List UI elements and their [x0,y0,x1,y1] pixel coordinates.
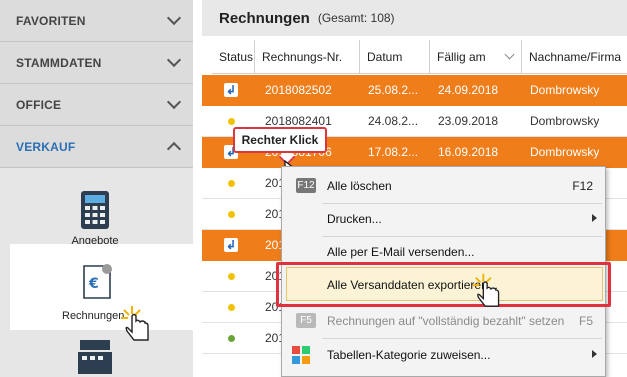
tile-label: Rechnungen [62,310,125,322]
status-dot-icon [228,180,235,187]
invoice-euro-icon: € [83,264,112,299]
total-count: (Gesamt: 108) [317,11,395,25]
column-label: Datum [367,49,403,64]
cash-register-icon [78,340,112,374]
menu-item-label: Alle per E-Mail versenden... [327,245,475,259]
column-header-datum[interactable]: Datum [360,40,430,74]
cell-datum: 17.08.2... [368,145,419,159]
menu-item-tabellen-kategorie[interactable]: Tabellen-Kategorie zuweisen... [282,338,607,372]
tile-rechnungen[interactable]: € Rechnungen [10,244,198,330]
status-arrow-icon: ↲ [224,83,238,97]
menu-item-label: Rechnungen auf "vollständig bezahlt" set… [327,314,565,328]
menu-item-label: Alle löschen [327,179,392,193]
cell-name: Dombrowsky [530,114,600,128]
tile-angebote[interactable]: Angebote [60,190,130,247]
sidebar-section-label: FAVORITEN [16,13,86,28]
calculator-icon [81,191,109,229]
menu-item-shortcut: F12 [572,179,593,193]
submenu-arrow-icon [592,350,597,358]
chevron-down-icon [166,10,182,26]
table-row[interactable]: ↲ 2018082502 25.08.2... 24.09.2018 Dombrowsk… [202,75,627,106]
cell-faellig: 24.09.2018 [438,83,499,97]
sidebar: FAVORITEN STAMMDATEN OFFICE VERKAUF Ange… [0,0,198,377]
column-label: Nachname/Firma [529,49,622,64]
status-dot-icon [228,211,235,218]
menu-item-shortcut: F5 [578,314,593,328]
column-label: Rechnungs-Nr. [262,49,343,64]
sidebar-section-stammdaten[interactable]: STAMMDATEN [0,42,193,84]
menu-item-label: Drucken... [327,212,382,226]
status-dot-icon [228,273,235,280]
chevron-up-icon [166,141,182,157]
menu-item-drucken[interactable]: Drucken... [282,202,607,236]
sidebar-section-label: STAMMDATEN [16,55,102,70]
sidebar-section-favoriten[interactable]: FAVORITEN [0,0,193,42]
cell-faellig: 23.09.2018 [438,114,499,128]
column-header-faellig[interactable]: Fällig am [430,40,522,74]
cell-name: Dombrowsky [530,83,600,97]
cell-rechnungs-nr: 2018082502 [265,83,332,97]
sidebar-section-label: OFFICE [16,97,62,112]
key-f5-icon: F5 [296,313,316,328]
cell-datum: 24.08.2... [368,114,419,128]
right-click-callout: Rechter Klick [233,127,327,153]
chevron-down-icon [166,94,182,110]
column-label: Fällig am [437,49,486,64]
status-dot-icon [228,118,235,125]
main-header: Rechnungen (Gesamt: 108) [202,0,627,36]
sort-chevron-icon [504,49,515,60]
key-f12-icon: F12 [296,178,316,193]
menu-item-vollstaendig-bezahlt[interactable]: F5 Rechnungen auf "vollständig bezahlt" … [282,304,607,338]
sidebar-section-label: VERKAUF [16,139,76,154]
chevron-down-icon [166,52,182,68]
column-header-status[interactable]: Status [212,40,255,74]
cell-name: Dombrowsky [530,145,600,159]
sidebar-section-verkauf[interactable]: VERKAUF [0,126,193,168]
category-grid-icon [292,346,310,364]
status-dot-icon [228,335,235,342]
sidebar-section-office[interactable]: OFFICE [0,84,193,126]
submenu-arrow-icon [592,214,597,222]
status-arrow-icon: ↲ [224,238,238,252]
svg-text:€: € [88,276,99,292]
page-title: Rechnungen [219,9,310,27]
status-dot-icon [228,304,235,311]
column-header-nachname[interactable]: Nachname/Firma [522,40,627,74]
cell-faellig: 16.09.2018 [438,145,499,159]
highlight-frame [276,262,611,307]
cell-datum: 25.08.2... [368,83,419,97]
hand-cursor-icon [472,273,500,307]
column-header-rechnungs-nr[interactable]: Rechnungs-Nr. [255,40,360,74]
hand-cursor-icon [121,306,149,341]
menu-item-label: Tabellen-Kategorie zuweisen... [327,348,491,362]
menu-item-alle-loeschen[interactable]: F12 Alle löschen F12 [282,169,607,203]
column-label: Status [219,49,254,64]
